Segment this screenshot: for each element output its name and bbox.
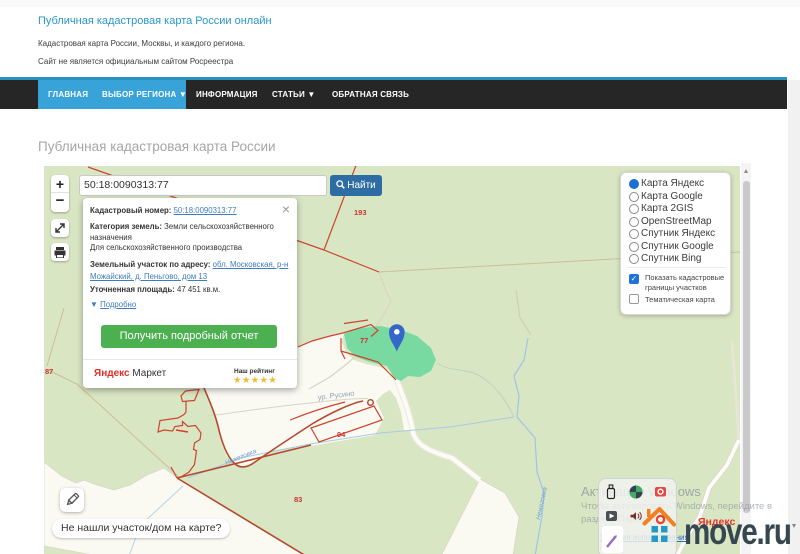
svg-text:193: 193 — [354, 208, 367, 217]
svg-text:94: 94 — [337, 430, 346, 439]
svg-text:77: 77 — [360, 336, 368, 345]
svg-text:Нежеговка: Нежеговка — [535, 486, 549, 520]
svg-text:83: 83 — [294, 495, 302, 504]
svg-text:87: 87 — [45, 367, 53, 376]
